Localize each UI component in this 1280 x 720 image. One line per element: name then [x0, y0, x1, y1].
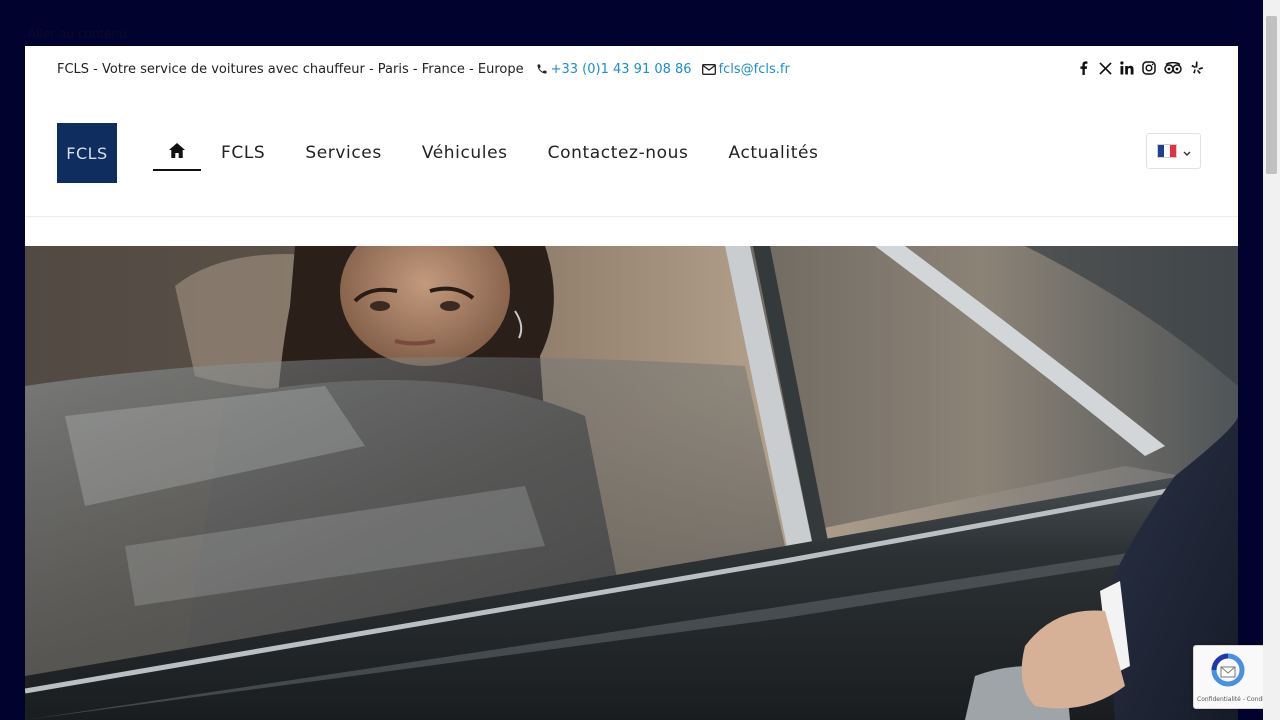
- tripadvisor-icon[interactable]: [1164, 61, 1182, 75]
- envelope-icon: [701, 63, 716, 75]
- fcls-logo[interactable]: FCLS: [57, 123, 117, 183]
- main-nav: FCLS Services Véhicules Contactez-nous A…: [153, 123, 838, 183]
- yelp-icon[interactable]: [1190, 61, 1204, 75]
- phone-icon: [536, 63, 548, 75]
- instagram-icon[interactable]: [1142, 61, 1156, 75]
- chevron-down-icon: [1183, 142, 1191, 161]
- x-twitter-icon[interactable]: [1098, 61, 1112, 75]
- email-link[interactable]: fcls@fcls.fr: [719, 62, 790, 77]
- scrollbar[interactable]: [1263, 0, 1280, 720]
- linkedin-icon[interactable]: [1120, 61, 1134, 75]
- nav-home[interactable]: [153, 123, 201, 183]
- page: FCLS - Votre service de voitures avec ch…: [25, 46, 1238, 720]
- nav-item-contactez-nous[interactable]: Contactez-nous: [528, 123, 709, 183]
- site-header: FCLS FCLS Services Véhicules Contactez-n…: [25, 92, 1238, 217]
- skip-link[interactable]: Aller au contenu: [28, 27, 127, 41]
- scrollbar-thumb[interactable]: [1266, 16, 1277, 174]
- french-flag-icon: [1156, 144, 1177, 158]
- contact-info: +33 (0)1 43 91 08 86 fcls@fcls.fr: [536, 62, 790, 77]
- hero-image: [25, 246, 1238, 720]
- nav-item-fcls[interactable]: FCLS: [201, 123, 285, 183]
- nav-item-services[interactable]: Services: [285, 123, 402, 183]
- top-bar: FCLS - Votre service de voitures avec ch…: [25, 46, 1238, 92]
- nav-item-actualites[interactable]: Actualités: [709, 123, 839, 183]
- logo-text: FCLS: [66, 143, 108, 163]
- phone-link[interactable]: +33 (0)1 43 91 08 86: [551, 62, 692, 77]
- home-icon: [168, 142, 186, 164]
- social-links: [1076, 61, 1204, 75]
- recaptcha-icon: [1208, 652, 1248, 692]
- language-selector[interactable]: [1146, 133, 1201, 169]
- nav-item-vehicules[interactable]: Véhicules: [402, 123, 528, 183]
- tagline: FCLS - Votre service de voitures avec ch…: [57, 61, 524, 77]
- facebook-icon[interactable]: [1076, 61, 1090, 75]
